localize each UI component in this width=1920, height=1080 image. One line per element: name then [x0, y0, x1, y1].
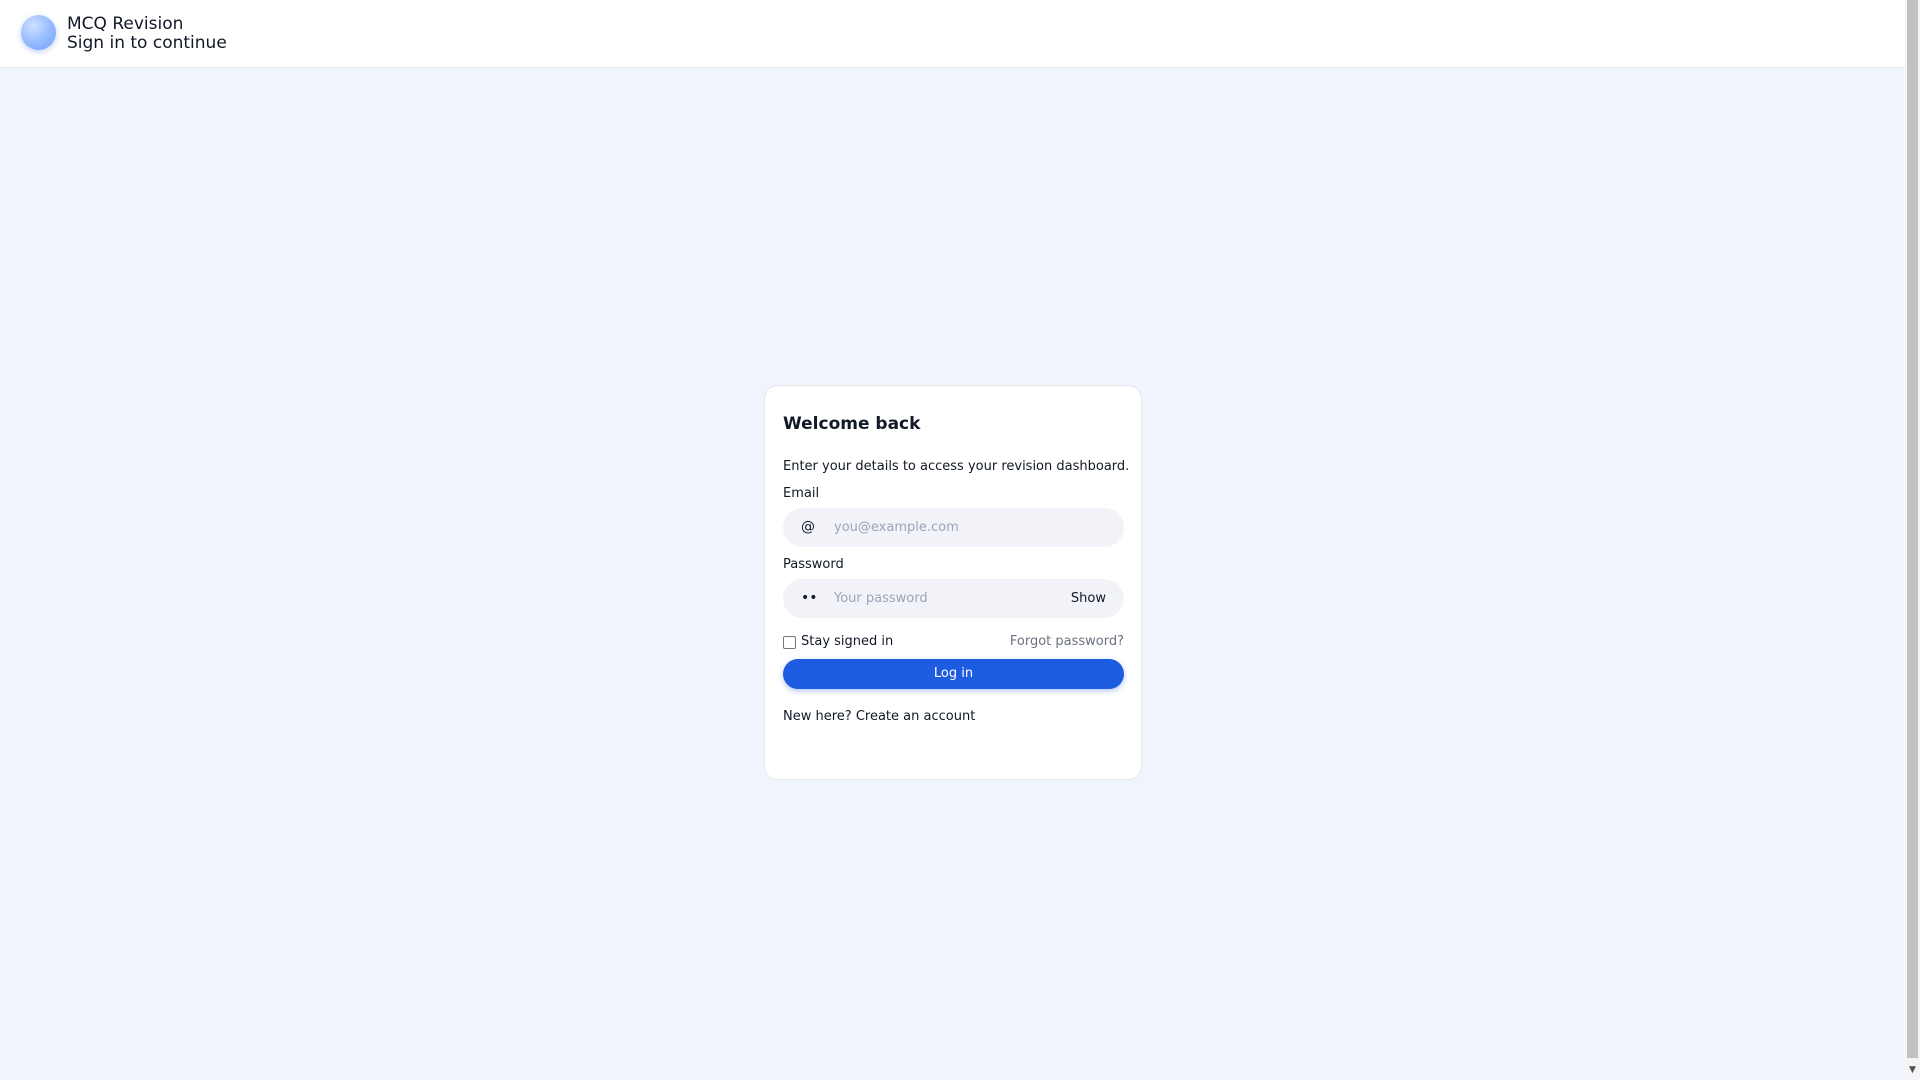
signup-row: New here? Create an account: [783, 709, 975, 724]
password-label: Password: [783, 557, 844, 572]
login-button[interactable]: Log in: [783, 659, 1124, 689]
email-input[interactable]: [834, 508, 1064, 547]
create-account-link[interactable]: Create an account: [856, 709, 975, 724]
card-title: Welcome back: [783, 414, 921, 434]
header-subtitle: Sign in to continue: [67, 33, 227, 53]
app-header: MCQ Revision Sign in to continue: [0, 0, 1905, 68]
app-name: MCQ Revision: [67, 14, 184, 34]
email-label: Email: [783, 486, 820, 501]
stay-signed-in-checkbox[interactable]: [783, 636, 796, 649]
forgot-password-link[interactable]: Forgot password?: [1010, 634, 1124, 649]
signup-prompt: New here?: [783, 709, 852, 724]
password-field[interactable]: •• Show: [783, 579, 1124, 618]
login-card: Welcome back Enter your details to acces…: [764, 385, 1142, 780]
at-icon: @: [801, 519, 815, 535]
password-dots-icon: ••: [801, 590, 818, 606]
password-input[interactable]: [834, 579, 1064, 618]
page-scrollbar[interactable]: ▼: [1905, 0, 1920, 1080]
remember-row: Stay signed in Forgot password?: [783, 633, 1124, 651]
scroll-down-arrow-icon[interactable]: ▼: [1907, 1064, 1918, 1076]
stay-signed-in-label[interactable]: Stay signed in: [801, 634, 893, 649]
show-password-button[interactable]: Show: [1071, 579, 1106, 618]
email-field[interactable]: @: [783, 508, 1124, 547]
card-description: Enter your details to access your revisi…: [783, 459, 1130, 474]
app-logo: [21, 15, 56, 50]
scrollbar-thumb[interactable]: [1907, 0, 1918, 1058]
